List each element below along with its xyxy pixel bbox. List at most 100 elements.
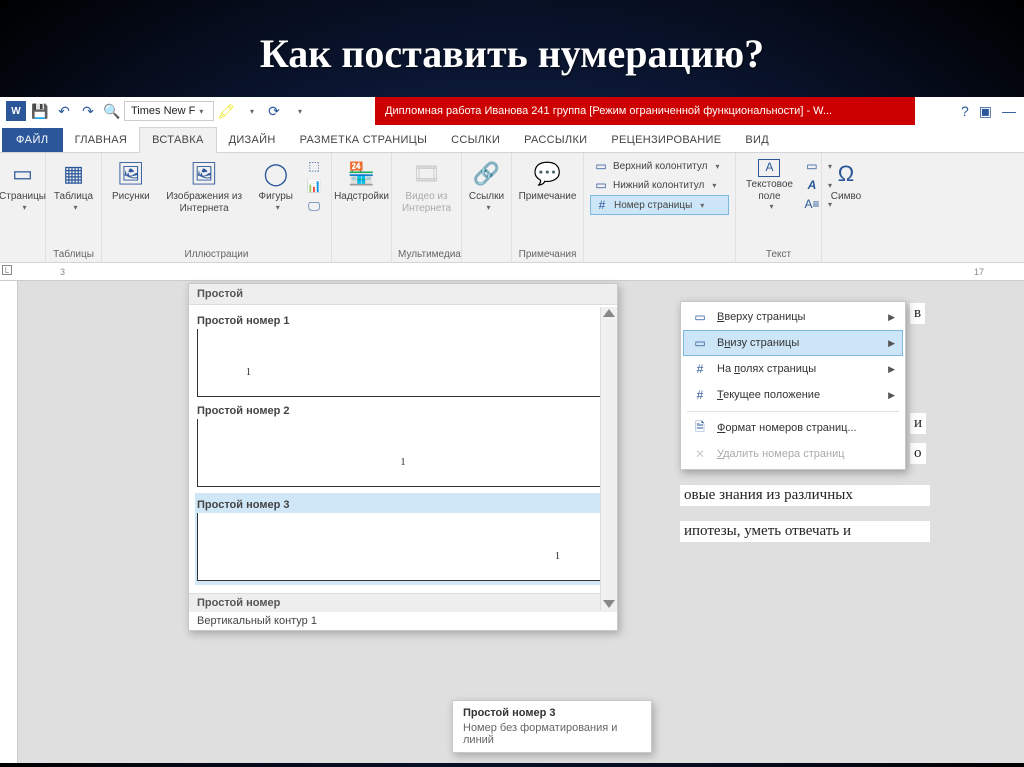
text-box-button[interactable]: AТекстовое поле▾	[742, 157, 797, 213]
submenu-arrow-icon: ▶	[888, 312, 895, 323]
quickparts-icon: ▭	[804, 158, 820, 174]
format-icon: 🗎	[691, 420, 709, 436]
tab-references[interactable]: ССЫЛКИ	[439, 128, 512, 152]
gallery-section-header: Простой	[189, 284, 617, 305]
screenshot-icon: 🖵	[306, 198, 322, 214]
gallery-item-label: Простой номер 2	[197, 405, 609, 417]
vertical-ruler[interactable]	[0, 281, 18, 763]
page-bottom-icon: ▭	[691, 335, 709, 351]
tab-file[interactable]: ФАЙЛ	[2, 128, 63, 152]
doc-text-fragment: в	[910, 303, 925, 324]
scroll-up-icon[interactable]	[603, 309, 615, 317]
gallery-item-1[interactable]: 1	[197, 329, 609, 397]
wordart-icon: A	[804, 177, 820, 193]
pages-button[interactable]: ▭Страницы▾	[6, 157, 39, 214]
shapes-icon: ◯	[261, 159, 291, 189]
page-number-menu: ▭ ВВверху страницыверху страницы ▶ ▭ Вни…	[680, 301, 906, 470]
page-number-icon: #	[594, 197, 610, 213]
pictures-button[interactable]: 🖼Рисунки	[108, 157, 154, 216]
tab-well-icon[interactable]: L	[2, 265, 12, 275]
footer-icon: ▭	[593, 177, 609, 193]
tab-mailings[interactable]: РАССЫЛКИ	[512, 128, 599, 152]
ribbon-tabs: ФАЙЛ ГЛАВНАЯ ВСТАВКА ДИЗАЙН РАЗМЕТКА СТР…	[0, 125, 1024, 153]
menu-format-page-numbers[interactable]: 🗎 Формат номеров страниц...	[683, 415, 903, 441]
submenu-arrow-icon: ▶	[888, 390, 895, 401]
qat-more-icon[interactable]: ▾	[286, 99, 310, 123]
menu-top-of-page[interactable]: ▭ ВВверху страницыверху страницы ▶	[683, 304, 903, 330]
submenu-arrow-icon: ▶	[888, 364, 895, 375]
comment-button[interactable]: 💬Примечание	[518, 157, 577, 205]
refresh-icon[interactable]: ⟳	[262, 99, 286, 123]
tab-home[interactable]: ГЛАВНАЯ	[63, 128, 140, 152]
quick-access-toolbar: W 💾 ↶ ↷ 🔍 Times New F▾ 🖍 ▾ ⟳ ▾ Дипломная…	[0, 97, 1024, 125]
menu-remove-page-numbers: ✕ Удалить номера страниц	[683, 441, 903, 467]
gallery-item-label: Простой номер 3	[197, 499, 609, 511]
gallery-scrollbar[interactable]	[600, 307, 617, 610]
ribbon-display-icon[interactable]: ▣	[979, 103, 992, 120]
tab-review[interactable]: РЕЦЕНЗИРОВАНИЕ	[599, 128, 733, 152]
find-icon[interactable]: 🔍	[100, 99, 124, 123]
slide-title: Как поставить нумерацию?	[0, 0, 1024, 97]
dropcap-icon: A≡	[804, 196, 820, 212]
scroll-down-icon[interactable]	[603, 600, 615, 608]
footer-button[interactable]: ▭Нижний колонтитул▾	[590, 176, 729, 194]
word-window: W 💾 ↶ ↷ 🔍 Times New F▾ 🖍 ▾ ⟳ ▾ Дипломная…	[0, 97, 1024, 757]
table-button[interactable]: ▦Таблица▾	[52, 157, 95, 214]
save-icon[interactable]: 💾	[28, 99, 52, 123]
online-pictures-button[interactable]: 🖼Изображения из Интернета	[156, 157, 253, 216]
doc-text-fragment: овые знания из различных	[680, 485, 930, 506]
tab-view[interactable]: ВИД	[733, 128, 781, 152]
store-icon: 🏪	[347, 159, 377, 189]
minimize-icon[interactable]: —	[1002, 103, 1016, 119]
doc-text-fragment: и	[910, 413, 926, 434]
tab-layout[interactable]: РАЗМЕТКА СТРАНИЦЫ	[288, 128, 440, 152]
menu-bottom-of-page[interactable]: ▭ Внизу страницы ▶	[683, 330, 903, 356]
shapes-button[interactable]: ◯Фигуры▾	[255, 157, 297, 216]
header-icon: ▭	[593, 158, 609, 174]
tooltip-title: Простой номер 3	[463, 707, 641, 719]
chart-button[interactable]: 📊	[303, 177, 325, 195]
page-number-button[interactable]: #Номер страницы▾	[590, 195, 729, 215]
link-icon: 🔗	[472, 159, 502, 189]
addins-button[interactable]: 🏪Надстройки	[338, 157, 385, 205]
comments-group-label: Примечания	[518, 247, 577, 260]
header-button[interactable]: ▭Верхний колонтитул▾	[590, 157, 729, 175]
horizontal-ruler[interactable]: L 3 17	[0, 263, 1024, 281]
submenu-arrow-icon: ▶	[888, 338, 895, 349]
page-margins-icon: #	[691, 361, 709, 377]
tables-group-label: Таблицы	[52, 247, 95, 260]
screenshot-button[interactable]: 🖵	[303, 197, 325, 215]
video-icon: 🎞	[412, 159, 442, 189]
page-number-gallery: Простой Простой номер 1 1 Простой номер …	[188, 283, 618, 631]
table-icon: ▦	[59, 159, 89, 189]
gallery-section-footer: Простой номер	[189, 593, 617, 612]
symbols-button[interactable]: ΩСимво	[828, 157, 864, 205]
remove-icon: ✕	[691, 446, 709, 462]
font-selector[interactable]: Times New F▾	[124, 101, 214, 121]
qat-dropdown-icon[interactable]: ▾	[238, 99, 262, 123]
gallery-item-3[interactable]: 1	[197, 513, 609, 581]
tooltip: Простой номер 3 Номер без форматирования…	[452, 700, 652, 753]
smartart-button[interactable]: ⬚	[303, 157, 325, 175]
highlight-icon[interactable]: 🖍	[214, 99, 238, 123]
undo-icon[interactable]: ↶	[52, 99, 76, 123]
tab-design[interactable]: ДИЗАЙН	[217, 128, 288, 152]
word-icon: W	[4, 99, 28, 123]
illustrations-group-label: Иллюстрации	[108, 247, 325, 260]
doc-text-fragment: о	[910, 443, 926, 464]
help-icon[interactable]: ?	[961, 103, 969, 119]
menu-separator	[687, 411, 899, 412]
menu-page-margins[interactable]: # На полях страницы ▶	[683, 356, 903, 382]
title-bar: Дипломная работа Иванова 241 группа [Реж…	[375, 97, 915, 125]
text-group-label: Текст	[742, 247, 815, 260]
tab-insert[interactable]: ВСТАВКА	[139, 127, 216, 153]
menu-current-position[interactable]: # Текущее положение ▶	[683, 382, 903, 408]
chart-icon: 📊	[306, 178, 322, 194]
tooltip-body: Номер без форматирования и линий	[463, 722, 641, 746]
links-button[interactable]: 🔗Ссылки▾	[468, 157, 505, 214]
current-pos-icon: #	[691, 387, 709, 403]
gallery-item-2[interactable]: 1	[197, 419, 609, 487]
online-video-button: 🎞Видео из Интернета	[398, 157, 455, 216]
redo-icon[interactable]: ↷	[76, 99, 100, 123]
media-group-label: Мультимедиа	[398, 247, 455, 260]
